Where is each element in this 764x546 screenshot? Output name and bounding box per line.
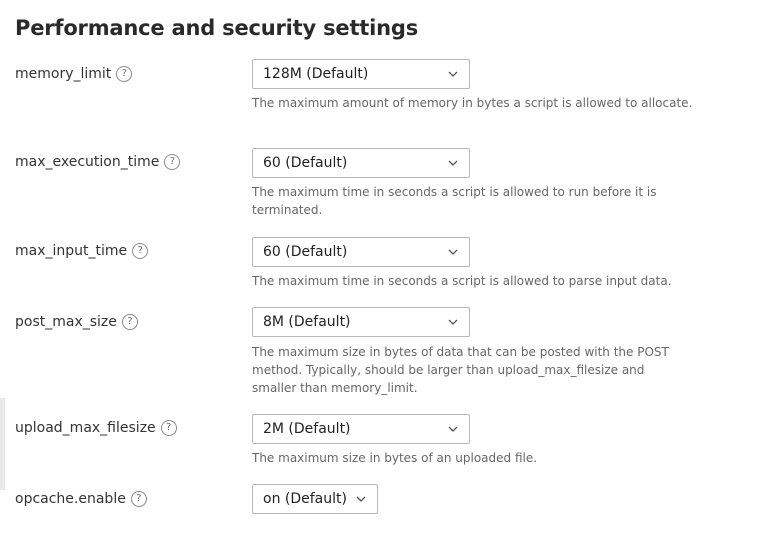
select-value: 128M (Default) [263,66,369,82]
chevron-down-icon [447,157,459,169]
page-title: Performance and security settings [15,16,419,40]
select-value: 2M (Default) [263,421,351,437]
chevron-down-icon [447,68,459,80]
question-circle-icon[interactable]: ? [160,420,177,436]
post-max-size-select[interactable]: 8M (Default) [252,307,470,337]
setting-name: post_max_size [15,314,117,330]
question-circle-icon[interactable]: ? [132,243,149,259]
upload-max-filesize-select[interactable]: 2M (Default) [252,414,470,444]
max-input-time-description: The maximum time in seconds a script is … [252,274,672,288]
select-value: 60 (Default) [263,244,348,260]
question-circle-icon[interactable]: ? [116,66,133,82]
chevron-down-icon [447,423,459,435]
opcache-enable-label: opcache.enable ? [15,489,147,509]
chevron-down-icon [447,246,459,258]
question-circle-icon[interactable]: ? [121,314,138,330]
left-edge-strip [0,398,5,490]
select-value: on (Default) [263,491,347,507]
setting-name: opcache.enable [15,491,126,507]
max-execution-time-label: max_execution_time ? [15,152,181,172]
memory-limit-label: memory_limit ? [15,64,133,84]
upload-max-filesize-description: The maximum size in bytes of an uploaded… [252,451,538,465]
max-input-time-select[interactable]: 60 (Default) [252,237,470,267]
memory-limit-select[interactable]: 128M (Default) [252,59,470,89]
setting-name: memory_limit [15,66,112,82]
upload-max-filesize-label: upload_max_filesize ? [15,418,177,438]
setting-name: max_input_time [15,243,128,259]
chevron-down-icon [355,493,367,505]
post-max-size-label: post_max_size ? [15,312,138,332]
opcache-enable-select[interactable]: on (Default) [252,484,378,514]
max-input-time-label: max_input_time ? [15,241,149,261]
chevron-down-icon [447,316,459,328]
memory-limit-description: The maximum amount of memory in bytes a … [252,96,693,110]
question-circle-icon[interactable]: ? [164,154,181,170]
select-value: 8M (Default) [263,314,351,330]
max-execution-time-description: The maximum time in seconds a script is … [252,185,657,217]
question-circle-icon[interactable]: ? [130,491,147,507]
setting-name: upload_max_filesize [15,420,156,436]
post-max-size-description: The maximum size in bytes of data that c… [252,345,669,395]
setting-name: max_execution_time [15,154,160,170]
select-value: 60 (Default) [263,155,348,171]
max-execution-time-select[interactable]: 60 (Default) [252,148,470,178]
